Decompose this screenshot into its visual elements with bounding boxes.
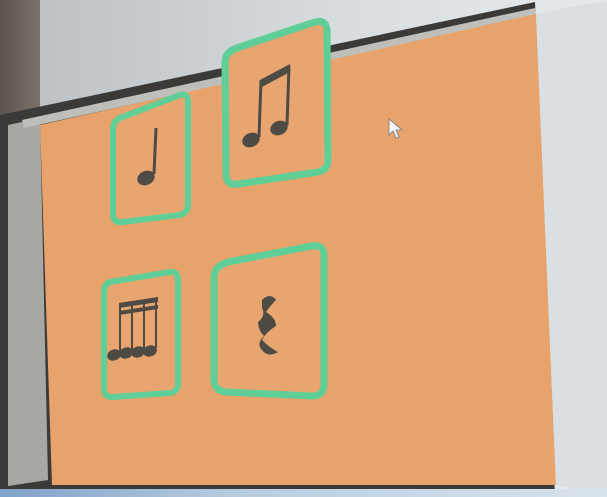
sixteenth-notes-card[interactable] — [101, 268, 181, 401]
projected-screen — [0, 0, 607, 497]
quarter-rest-card[interactable] — [210, 242, 328, 400]
photo-scene — [0, 0, 607, 497]
video-progress-strip — [0, 489, 607, 497]
eighth-notes-card[interactable] — [221, 17, 332, 188]
quarter-note-card[interactable] — [110, 91, 191, 226]
mouse-cursor-icon — [388, 117, 404, 139]
